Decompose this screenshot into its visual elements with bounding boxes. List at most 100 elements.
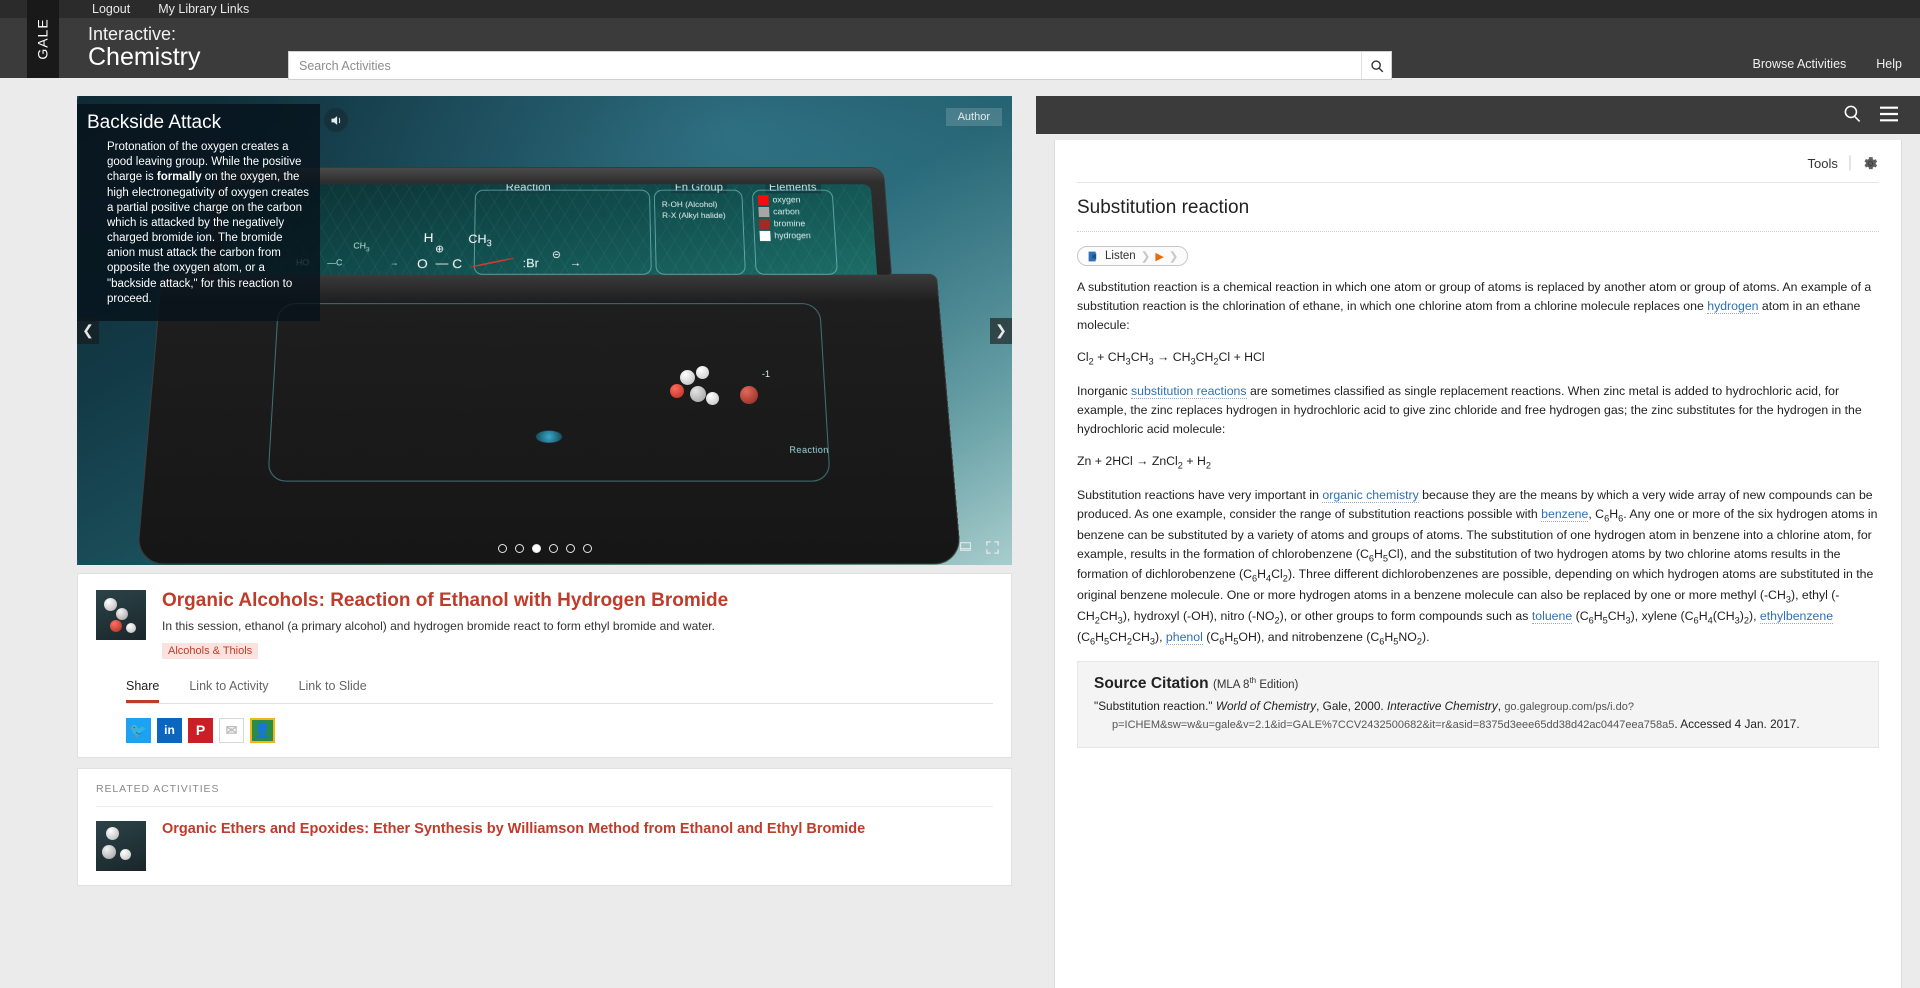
document-link[interactable]: toluene: [1531, 608, 1573, 624]
text-run: CH: [1132, 629, 1150, 644]
text-run: (C: [1077, 629, 1090, 644]
text-run: Substitution reactions have very importa…: [1077, 487, 1323, 502]
chemical-formula: Zn + 2HCl → ZnCl2 + H2: [1077, 454, 1211, 471]
related-activity-thumbnail[interactable]: [96, 820, 146, 871]
document-link[interactable]: organic chemistry: [1322, 487, 1419, 503]
fullscreen-icon[interactable]: [985, 540, 1000, 555]
tools-row: Tools |: [1077, 154, 1879, 183]
related-activity-title[interactable]: Organic Ethers and Epoxides: Ether Synth…: [162, 821, 865, 871]
site-title: Interactive: Chemistry: [88, 24, 201, 72]
text-run: H: [1609, 506, 1619, 521]
tools-divider: |: [1847, 154, 1852, 171]
viewer-controls: [958, 540, 1000, 555]
interactive-viewer[interactable]: Reaction Reaction Fn Group R-OH (Alcohol…: [77, 96, 1012, 565]
page-body: Reaction Reaction Fn Group R-OH (Alcohol…: [0, 78, 1920, 988]
slide-title: Backside Attack: [87, 112, 222, 133]
chem-dash-1: —C: [326, 257, 343, 268]
citation-edition: (MLA 8th Edition): [1213, 676, 1299, 692]
author-button[interactable]: Author: [945, 108, 1002, 126]
twitter-icon[interactable]: 🐦: [126, 717, 151, 743]
logout-link[interactable]: Logout: [92, 3, 130, 16]
linkedin-icon[interactable]: in: [157, 717, 182, 743]
chem-br-atom: :Br: [522, 255, 539, 271]
pinterest-icon[interactable]: P: [188, 717, 213, 743]
site-title-line1: Interactive:: [88, 24, 177, 45]
citation-italic-1: World of Chemistry: [1215, 699, 1317, 714]
element-name: hydrogen: [774, 230, 812, 241]
text-run: H: [1698, 608, 1708, 623]
document-link[interactable]: phenol: [1165, 629, 1203, 645]
help-link[interactable]: Help: [1876, 57, 1902, 71]
search-input[interactable]: [289, 52, 1361, 79]
prev-slide-button[interactable]: ❮: [77, 317, 99, 344]
text-run: (C: [1572, 608, 1589, 623]
chemical-equation: HO —C CH3 H → H ⊕ O — C CH3 H H: [296, 219, 619, 275]
document-link[interactable]: hydrogen: [1707, 299, 1759, 315]
citation-italic-2: Interactive Chemistry: [1386, 699, 1498, 714]
share-tab-link-to-slide[interactable]: Link to Slide: [299, 679, 367, 703]
slide-text-bold: formally: [156, 171, 202, 184]
hamburger-menu-icon: [1880, 106, 1898, 121]
chem-plus-charge: ⊕: [434, 243, 445, 256]
activity-title[interactable]: Organic Alcohols: Reaction of Ethanol wi…: [162, 590, 993, 612]
document-toolbar: [1036, 96, 1920, 134]
gear-icon[interactable]: [1862, 155, 1879, 172]
chem-o-atom: O: [416, 255, 428, 271]
slide-dots: [497, 544, 592, 553]
listen-divider: ❯: [1140, 251, 1151, 263]
related-activity-item[interactable]: Organic Ethers and Epoxides: Ether Synth…: [96, 807, 993, 871]
related-activities-section: RELATED ACTIVITIES Organic Ethers and Ep…: [77, 767, 1012, 886]
search-submit-button[interactable]: [1361, 52, 1391, 79]
gale-logo[interactable]: GALE: [27, 0, 59, 78]
slide-text-part2: on the oxygen, the high electronegativit…: [107, 171, 310, 305]
citation-heading: Source Citation: [1094, 675, 1209, 693]
document-title: Substitution reaction: [1077, 183, 1879, 232]
slide-dot[interactable]: [497, 544, 507, 553]
audio-toggle-button[interactable]: [324, 108, 348, 132]
slide-dot[interactable]: [565, 544, 575, 553]
activity-tag[interactable]: Alcohols & Thiols: [162, 642, 259, 659]
base-reaction-label: Reaction: [789, 444, 830, 455]
my-library-links-link[interactable]: My Library Links: [158, 3, 249, 16]
share-tabs: Share Link to Activity Link to Slide: [126, 679, 993, 704]
minimize-icon[interactable]: [958, 540, 973, 553]
citation-edition-prefix: (MLA 8: [1213, 679, 1250, 692]
document-menu-button[interactable]: [1878, 105, 1900, 126]
document-link[interactable]: ethylbenzene: [1759, 608, 1834, 624]
document-link[interactable]: substitution reactions: [1131, 383, 1247, 399]
document-link[interactable]: benzene: [1541, 506, 1589, 522]
text-run: ), xylene (C: [1630, 608, 1694, 623]
share-tab-share[interactable]: Share: [126, 679, 160, 703]
text-run: CH: [1099, 608, 1118, 623]
citation-edition-suffix: Edition): [1256, 679, 1299, 692]
document-search-button[interactable]: [1843, 104, 1862, 126]
right-column: Tools | Substitution reaction Listen ❯ ▶…: [1024, 78, 1920, 988]
slide-dot[interactable]: [531, 544, 541, 553]
slide-dot[interactable]: [548, 544, 558, 553]
listen-button[interactable]: Listen ❯ ▶ ❯: [1077, 246, 1189, 266]
activity-card: Organic Alcohols: Reaction of Ethanol wi…: [77, 573, 1012, 758]
play-icon[interactable]: ▶: [1155, 250, 1163, 263]
site-title-line2: Chemistry: [88, 43, 201, 72]
google-classroom-icon[interactable]: 👤: [250, 717, 275, 743]
email-icon[interactable]: ✉: [219, 717, 244, 743]
chemical-formula: Cl2 + CH3CH3 → CH3CH2Cl + HCl: [1077, 350, 1265, 367]
slide-dot[interactable]: [514, 544, 524, 553]
fn-group-item-1: R-X (Alkyl halide): [662, 210, 726, 221]
document-paragraph: Inorganic substitution reactions are som…: [1077, 382, 1879, 439]
browse-activities-link[interactable]: Browse Activities: [1753, 57, 1847, 71]
citation-text-2: , Gale, 2000.: [1316, 699, 1387, 714]
search-icon: [1844, 105, 1861, 122]
electron-flow-arrow: [470, 257, 515, 268]
text-run: H: [1593, 608, 1603, 623]
header-links: Browse Activities Help: [1753, 57, 1903, 71]
share-tab-link-to-activity[interactable]: Link to Activity: [189, 679, 268, 703]
activity-thumbnail[interactable]: [96, 590, 146, 640]
element-name: oxygen: [772, 195, 801, 205]
text-run: (C: [1202, 629, 1220, 644]
listen-speaker-icon: [1088, 251, 1097, 261]
next-slide-button[interactable]: ❯: [990, 317, 1012, 344]
molecule-3d-model[interactable]: -1: [662, 364, 772, 416]
main-header: GALE Interactive: Chemistry Browse Activ…: [0, 0, 1920, 80]
slide-dot[interactable]: [582, 544, 592, 553]
